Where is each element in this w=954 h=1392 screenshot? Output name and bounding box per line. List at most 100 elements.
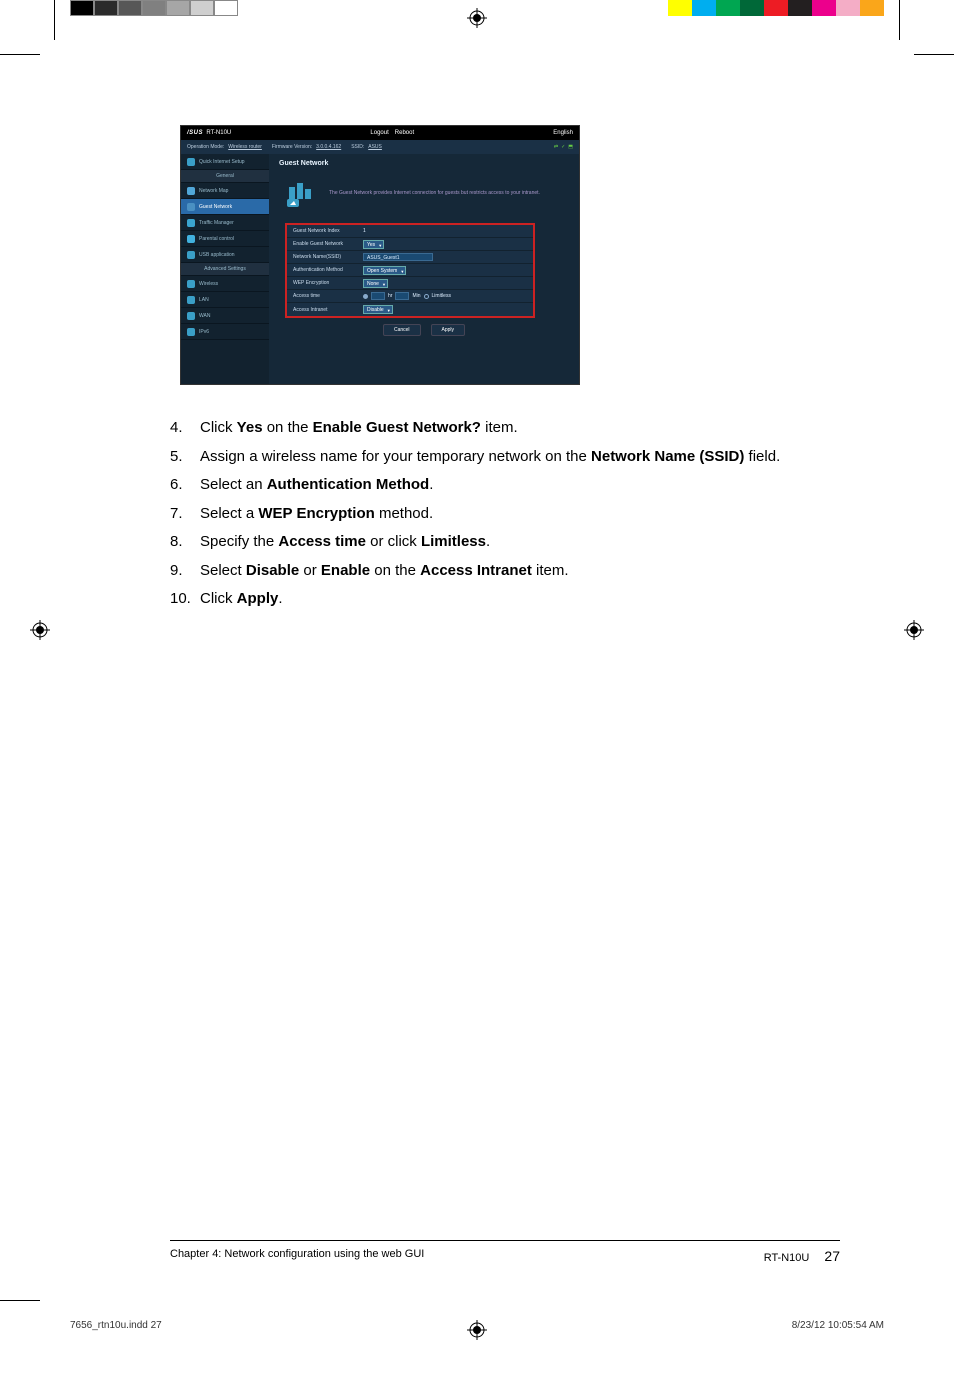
page-content: /SUS RT-N10U Logout Reboot English Opera… — [170, 125, 840, 617]
sidebar-item[interactable]: Guest Network — [181, 199, 269, 215]
min-input[interactable] — [395, 292, 409, 300]
config-row: Network Name(SSID) ASUS_Guest1 — [287, 251, 533, 264]
sidebar-label: Wireless — [199, 281, 218, 287]
shot-header: /SUS RT-N10U Logout Reboot English — [181, 126, 579, 140]
instruction-item: 5.Assign a wireless name for your tempor… — [170, 446, 840, 469]
config-label: Access time — [287, 293, 359, 299]
config-value: Open System — [359, 266, 533, 275]
radio-selected[interactable] — [363, 294, 368, 299]
cancel-button[interactable]: Cancel — [383, 324, 421, 336]
instruction-text: Click Yes on the Enable Guest Network? i… — [200, 417, 840, 440]
config-text: 1 — [363, 228, 366, 234]
panel-title: Guest Network — [279, 160, 569, 167]
config-value: Disable — [359, 305, 533, 314]
grayscale-colorbar — [70, 0, 238, 16]
sidebar-qis[interactable]: Quick Internet Setup — [181, 154, 269, 170]
config-label: Network Name(SSID) — [287, 254, 359, 260]
sidebar-item[interactable]: Traffic Manager — [181, 215, 269, 231]
instruction-text: Select a WEP Encryption method. — [200, 503, 840, 526]
config-highlighted-box: Guest Network Index 1 Enable Guest Network… — [285, 223, 535, 318]
sidebar-item[interactable]: Parental control — [181, 231, 269, 247]
config-value: None — [359, 279, 533, 288]
instruction-item: 7.Select a WEP Encryption method. — [170, 503, 840, 526]
config-select[interactable]: Disable — [363, 305, 393, 314]
crop-mark — [914, 54, 954, 55]
ssid-value: ASUS — [368, 144, 382, 150]
instruction-number: 5. — [170, 446, 200, 469]
footer-rule — [170, 1240, 840, 1241]
sidebar-item[interactable]: Wireless — [181, 276, 269, 292]
print-metadata: 7656_rtn10u.indd 27 8/23/12 10:05:54 AM — [70, 1320, 884, 1331]
sidebar-icon — [187, 187, 195, 195]
sidebar-icon — [187, 280, 195, 288]
main-panel: Guest Network The Guest Network provides… — [269, 154, 579, 384]
op-mode-label: Operation Mode: — [187, 144, 224, 150]
config-value: Yes — [359, 240, 533, 249]
config-label: Access Intranet — [287, 307, 359, 313]
config-value: 1 — [359, 228, 533, 234]
language-select[interactable]: English — [553, 130, 573, 136]
sidebar-item[interactable]: WAN — [181, 308, 269, 324]
sidebar-label: Network Map — [199, 188, 228, 194]
sidebar-label: LAN — [199, 297, 209, 303]
config-label: Guest Network Index — [287, 228, 359, 234]
instruction-number: 9. — [170, 560, 200, 583]
instruction-text: Specify the Access time or click Limitle… — [200, 531, 840, 554]
status-icon: ⬒ — [568, 144, 573, 150]
config-value: hrMinLimitless — [359, 292, 533, 300]
sidebar-item[interactable]: USB application — [181, 247, 269, 263]
op-mode-value: Wireless router — [228, 144, 262, 150]
config-row: Access timehrMinLimitless — [287, 290, 533, 303]
instruction-number: 7. — [170, 503, 200, 526]
instruction-item: 4.Click Yes on the Enable Guest Network?… — [170, 417, 840, 440]
router-ui-screenshot: /SUS RT-N10U Logout Reboot English Opera… — [180, 125, 580, 385]
apply-button[interactable]: Apply — [431, 324, 466, 336]
sidebar-item[interactable]: IPv6 — [181, 324, 269, 340]
config-select[interactable]: Yes — [363, 240, 384, 249]
sidebar-icon — [187, 296, 195, 304]
instruction-text: Select an Authentication Method. — [200, 474, 840, 497]
config-input[interactable]: ASUS_Guest1 — [363, 253, 433, 261]
registration-mark-icon — [904, 620, 924, 640]
footer-model: RT-N10U — [764, 1252, 810, 1264]
hours-input[interactable] — [371, 292, 385, 300]
sidebar-icon — [187, 328, 195, 336]
config-select[interactable]: None — [363, 279, 388, 288]
panel-description: The Guest Network provides Internet conn… — [329, 190, 540, 196]
config-label: WEP Encryption — [287, 280, 359, 286]
crop-mark — [0, 1300, 40, 1301]
config-row: Guest Network Index 1 — [287, 225, 533, 238]
sidebar-label: WAN — [199, 313, 210, 319]
config-label: Authentication Method — [287, 267, 359, 273]
sidebar-label: Traffic Manager — [199, 220, 234, 226]
instruction-text: Select Disable or Enable on the Access I… — [200, 560, 840, 583]
config-select[interactable]: Open System — [363, 266, 406, 275]
instruction-item: 6.Select an Authentication Method. — [170, 474, 840, 497]
sidebar-icon — [187, 251, 195, 259]
instruction-number: 4. — [170, 417, 200, 440]
registration-mark-icon — [30, 620, 50, 640]
radio-limitless[interactable] — [424, 294, 429, 299]
sidebar-icon — [187, 219, 195, 227]
config-value: ASUS_Guest1 — [359, 253, 533, 261]
sidebar-label: Guest Network — [199, 204, 232, 210]
footer-chapter: Chapter 4: Network configuration using t… — [170, 1248, 424, 1264]
page-number: 27 — [824, 1248, 840, 1264]
status-icon: ⇄ — [554, 144, 558, 150]
reboot-button[interactable]: Reboot — [395, 130, 414, 136]
crop-mark — [54, 0, 55, 40]
qis-icon — [187, 158, 195, 166]
page-footer: Chapter 4: Network configuration using t… — [170, 1248, 840, 1264]
config-label: Enable Guest Network — [287, 241, 359, 247]
instruction-item: 9.Select Disable or Enable on the Access… — [170, 560, 840, 583]
logout-button[interactable]: Logout — [370, 130, 388, 136]
sidebar-label: Parental control — [199, 236, 234, 242]
instruction-number: 10. — [170, 588, 200, 611]
instruction-number: 6. — [170, 474, 200, 497]
config-row: Enable Guest Network Yes — [287, 238, 533, 251]
sidebar-item[interactable]: LAN — [181, 292, 269, 308]
config-row: Access Intranet Disable — [287, 303, 533, 316]
meta-timestamp: 8/23/12 10:05:54 AM — [792, 1320, 884, 1331]
crop-mark — [0, 54, 40, 55]
sidebar-item[interactable]: Network Map — [181, 183, 269, 199]
